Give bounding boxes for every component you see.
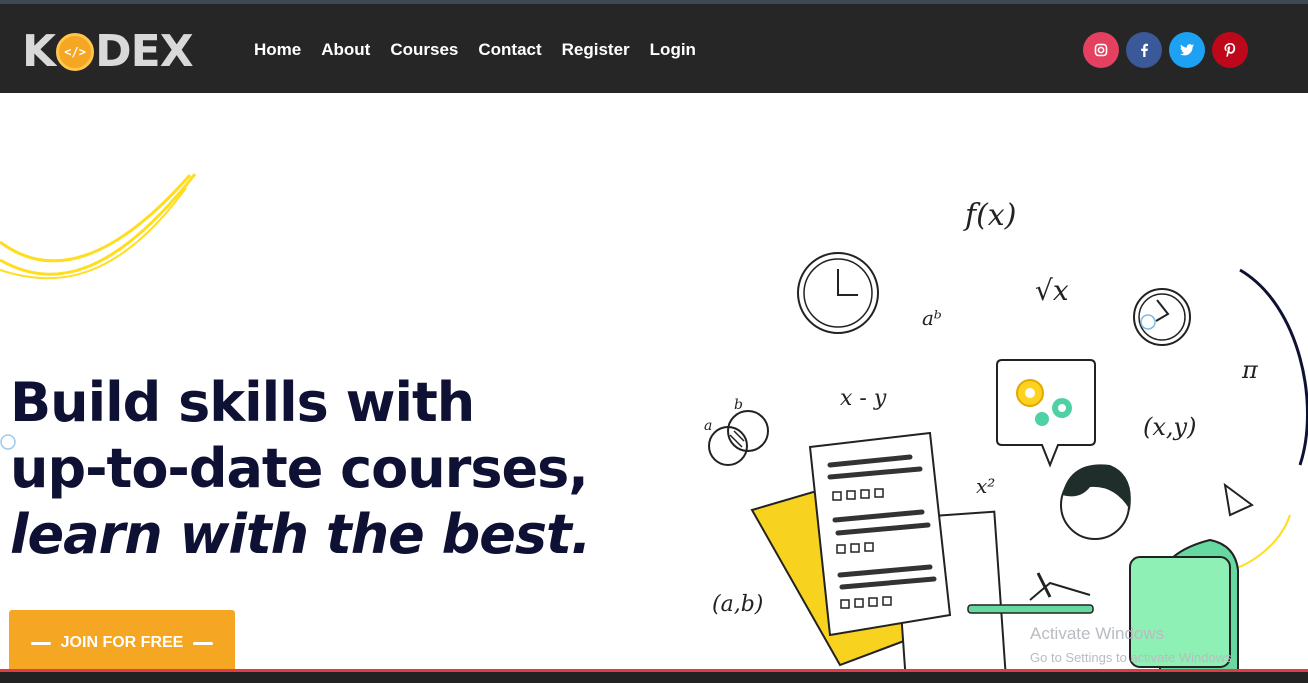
join-for-free-button[interactable]: JOIN FOR FREE	[9, 610, 235, 676]
clock-icon	[797, 252, 879, 334]
formula-ab: (a,b)	[712, 592, 763, 617]
dash-icon	[30, 641, 51, 645]
dash-icon	[193, 641, 214, 645]
yellow-swoosh-decoration	[0, 173, 197, 280]
pinterest-icon[interactable]	[1212, 32, 1248, 68]
formula-fx: f(x)	[963, 198, 1016, 233]
nav-login[interactable]: Login	[650, 40, 696, 60]
nav-courses[interactable]: Courses	[390, 40, 458, 60]
instagram-icon[interactable]	[1083, 32, 1119, 68]
main-menu: Home About Courses Contact Register Logi…	[254, 40, 696, 60]
venn-label-a: a	[704, 418, 712, 434]
taskbar	[0, 669, 1308, 683]
nav-home[interactable]: Home	[254, 40, 301, 60]
logo-letters-dex: DEX	[95, 26, 194, 77]
hero-line-2: up-to-date courses,	[10, 437, 589, 500]
nav-contact[interactable]: Contact	[478, 40, 541, 60]
hero-line-3: learn with the best.	[10, 503, 591, 566]
formula-xy: (x,y)	[1143, 413, 1196, 441]
facebook-icon[interactable]	[1126, 32, 1162, 68]
formula-power: aᵇ	[922, 306, 942, 330]
formula-x-squared: x²	[976, 474, 995, 498]
venn-diagram-icon	[708, 410, 769, 466]
nav-register[interactable]: Register	[562, 40, 630, 60]
logo-code-icon: </>	[56, 33, 95, 71]
idea-bubble-icon	[996, 359, 1096, 468]
small-clock-icon	[1133, 288, 1191, 346]
formula-sqrt: √x	[1035, 274, 1069, 307]
social-links	[1083, 32, 1248, 68]
site-logo[interactable]: K </> DEX	[22, 26, 194, 77]
hero-line-1: Build skills with	[10, 371, 475, 434]
navbar: K </> DEX Home About Courses Contact Reg…	[0, 4, 1308, 93]
triangle-icon	[1223, 482, 1254, 517]
hero-illustration: f(x) √x aᵇ x - y x² π (x,y) (a,b) a b	[704, 198, 1308, 675]
logo-letter-k: K	[22, 26, 56, 77]
activate-windows-subtitle: Go to Settings to activate Windows.	[1030, 650, 1236, 665]
worksheet-papers	[750, 431, 1007, 675]
activate-windows-title: Activate Windows	[1030, 624, 1165, 643]
twitter-icon[interactable]	[1169, 32, 1205, 68]
nav-about[interactable]: About	[321, 40, 370, 60]
formula-pi: π	[1241, 356, 1259, 384]
join-for-free-label: JOIN FOR FREE	[60, 634, 184, 651]
venn-label-b: b	[734, 397, 743, 413]
hero-heading: Build skills with up-to-date courses, le…	[10, 370, 591, 568]
formula-x-minus-y: x - y	[840, 386, 887, 411]
